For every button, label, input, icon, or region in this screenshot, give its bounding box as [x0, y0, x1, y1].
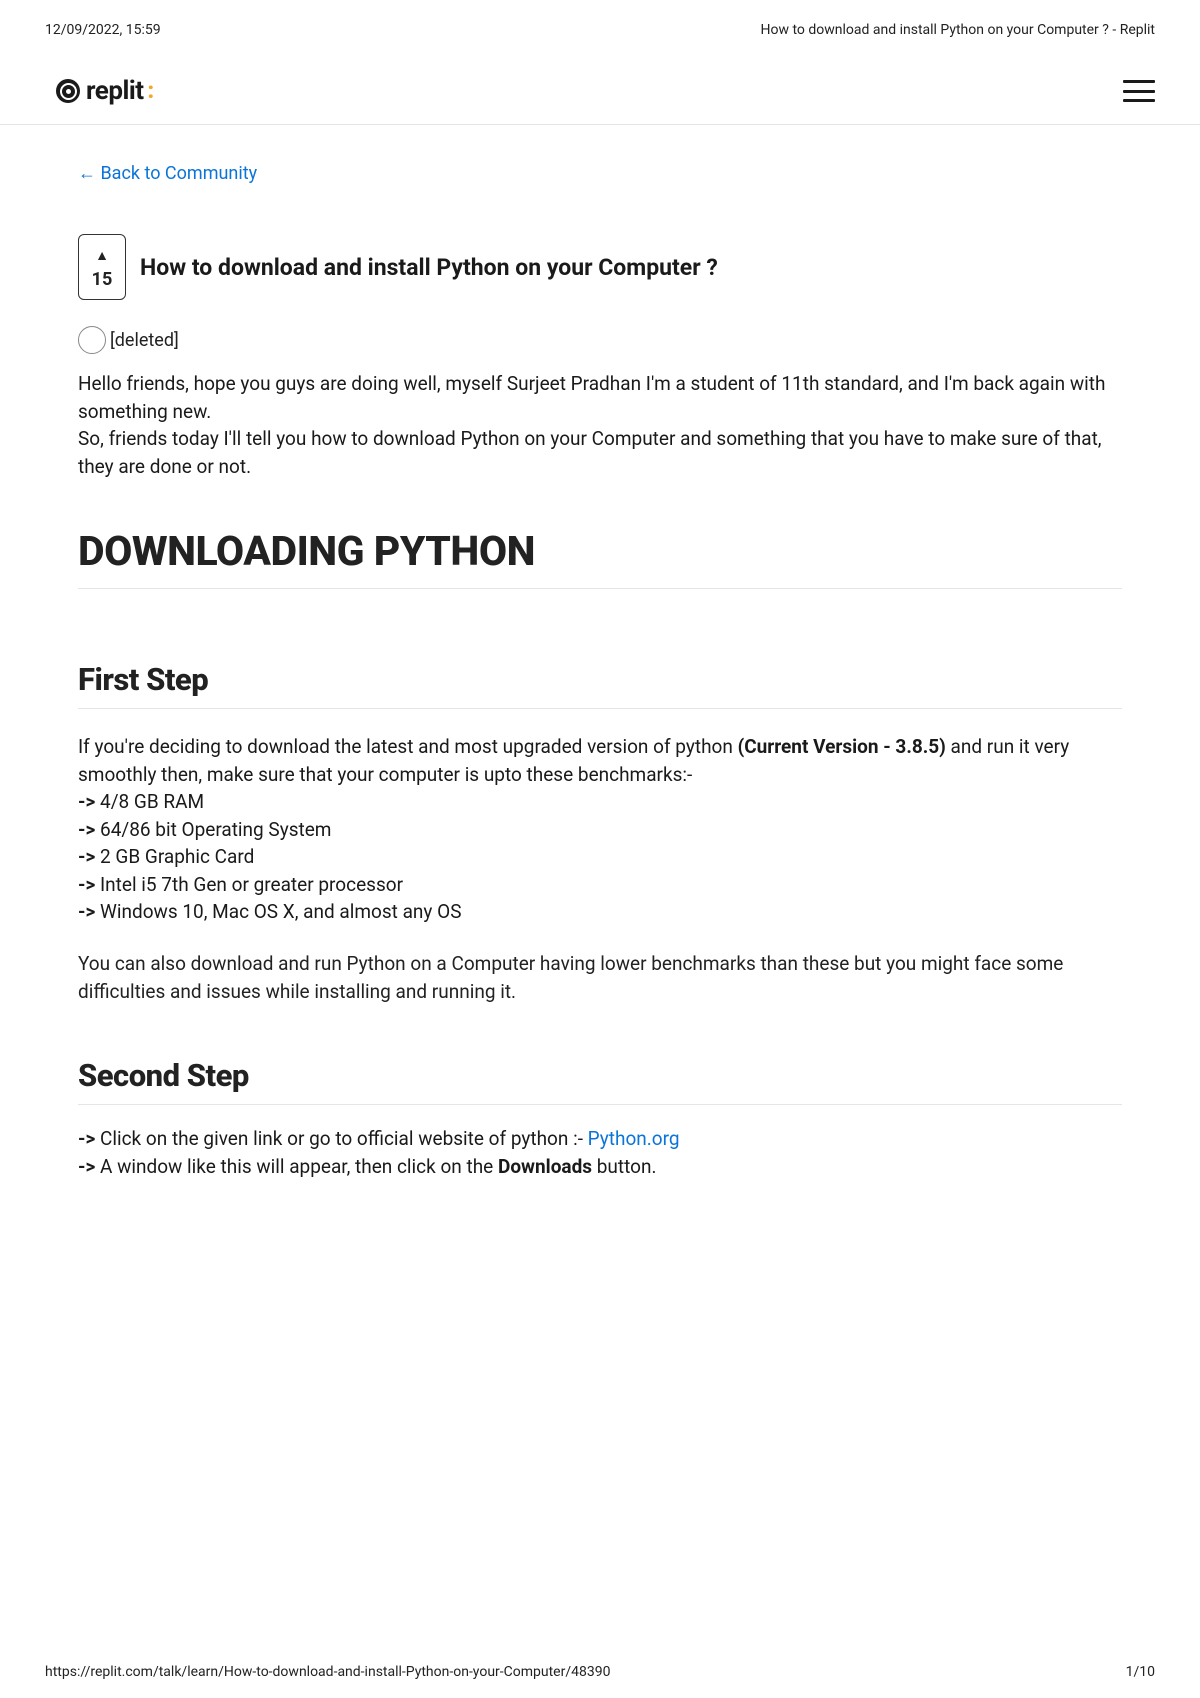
- page-content: ← Back to Community ▲ 15 How to download…: [0, 125, 1200, 1180]
- avatar: [78, 326, 106, 354]
- upvote-icon[interactable]: ▲: [95, 249, 109, 263]
- arrow-icon: ->: [78, 1155, 95, 1178]
- list-item: -> 2 GB Graphic Card: [78, 843, 1122, 871]
- list-item: -> Click on the given link or go to offi…: [78, 1125, 1122, 1153]
- step2-body: -> Click on the given link or go to offi…: [78, 1125, 1122, 1180]
- downloads-bold: Downloads: [498, 1155, 592, 1178]
- item-text: Windows 10, Mac OS X, and almost any OS: [100, 900, 461, 923]
- author-name: [deleted]: [110, 330, 179, 351]
- step1-version-bold: (Current Version - 3.8.5): [738, 735, 946, 758]
- arrow-icon: ->: [78, 900, 95, 923]
- item-text: 2 GB Graphic Card: [100, 845, 254, 868]
- print-timestamp: 12/09/2022, 15:59: [45, 22, 161, 38]
- heading-second-step: Second Step: [78, 1057, 1122, 1105]
- brand-logo[interactable]: replit :: [56, 76, 154, 106]
- list-item: -> A window like this will appear, then …: [78, 1153, 1122, 1181]
- arrow-icon: ->: [78, 790, 95, 813]
- brand-prompt-icon: :: [148, 79, 155, 104]
- vote-box[interactable]: ▲ 15: [78, 234, 126, 300]
- list-item: -> Intel i5 7th Gen or greater processor: [78, 871, 1122, 899]
- item-text: Click on the given link or go to officia…: [95, 1127, 587, 1150]
- post-header: ▲ 15 How to download and install Python …: [78, 234, 1122, 300]
- list-item: -> 4/8 GB RAM: [78, 788, 1122, 816]
- print-url: https://replit.com/talk/learn/How-to-dow…: [45, 1664, 610, 1680]
- heading-downloading-python: DOWNLOADING PYTHON: [78, 528, 1122, 589]
- print-header: 12/09/2022, 15:59 How to download and in…: [0, 0, 1200, 38]
- item-text: 64/86 bit Operating System: [100, 818, 331, 841]
- hamburger-menu-icon[interactable]: [1123, 80, 1155, 102]
- brand-name: replit: [86, 76, 144, 106]
- back-to-community-link[interactable]: ← Back to Community: [78, 163, 257, 184]
- python-org-link[interactable]: Python.org: [588, 1127, 680, 1150]
- step1-body: If you're deciding to download the lates…: [78, 733, 1122, 926]
- vote-count: 15: [92, 269, 113, 290]
- author-row: [deleted]: [78, 326, 1122, 354]
- arrow-icon: ->: [78, 1127, 95, 1150]
- step1-note: You can also download and run Python on …: [78, 950, 1122, 1005]
- arrow-icon: ->: [78, 845, 95, 868]
- step1-lead-pre: If you're deciding to download the lates…: [78, 735, 738, 758]
- arrow-icon: ->: [78, 873, 95, 896]
- arrow-icon: ->: [78, 818, 95, 841]
- post-title: How to download and install Python on yo…: [140, 254, 718, 281]
- topbar: replit :: [0, 58, 1200, 125]
- print-footer: https://replit.com/talk/learn/How-to-dow…: [45, 1664, 1155, 1680]
- print-doc-title: How to download and install Python on yo…: [761, 22, 1156, 38]
- list-item: -> Windows 10, Mac OS X, and almost any …: [78, 898, 1122, 926]
- heading-first-step: First Step: [78, 661, 1122, 709]
- post-intro: Hello friends, hope you guys are doing w…: [78, 370, 1122, 480]
- list-item: -> 64/86 bit Operating System: [78, 816, 1122, 844]
- print-page-num: 1/10: [1126, 1664, 1155, 1680]
- item-text-pre: A window like this will appear, then cli…: [95, 1155, 498, 1178]
- item-text-post: button.: [592, 1155, 656, 1178]
- item-text: Intel i5 7th Gen or greater processor: [100, 873, 403, 896]
- item-text: 4/8 GB RAM: [100, 790, 204, 813]
- intro-line-2: So, friends today I'll tell you how to d…: [78, 427, 1102, 478]
- replit-icon: [56, 79, 80, 103]
- intro-line-1: Hello friends, hope you guys are doing w…: [78, 372, 1105, 423]
